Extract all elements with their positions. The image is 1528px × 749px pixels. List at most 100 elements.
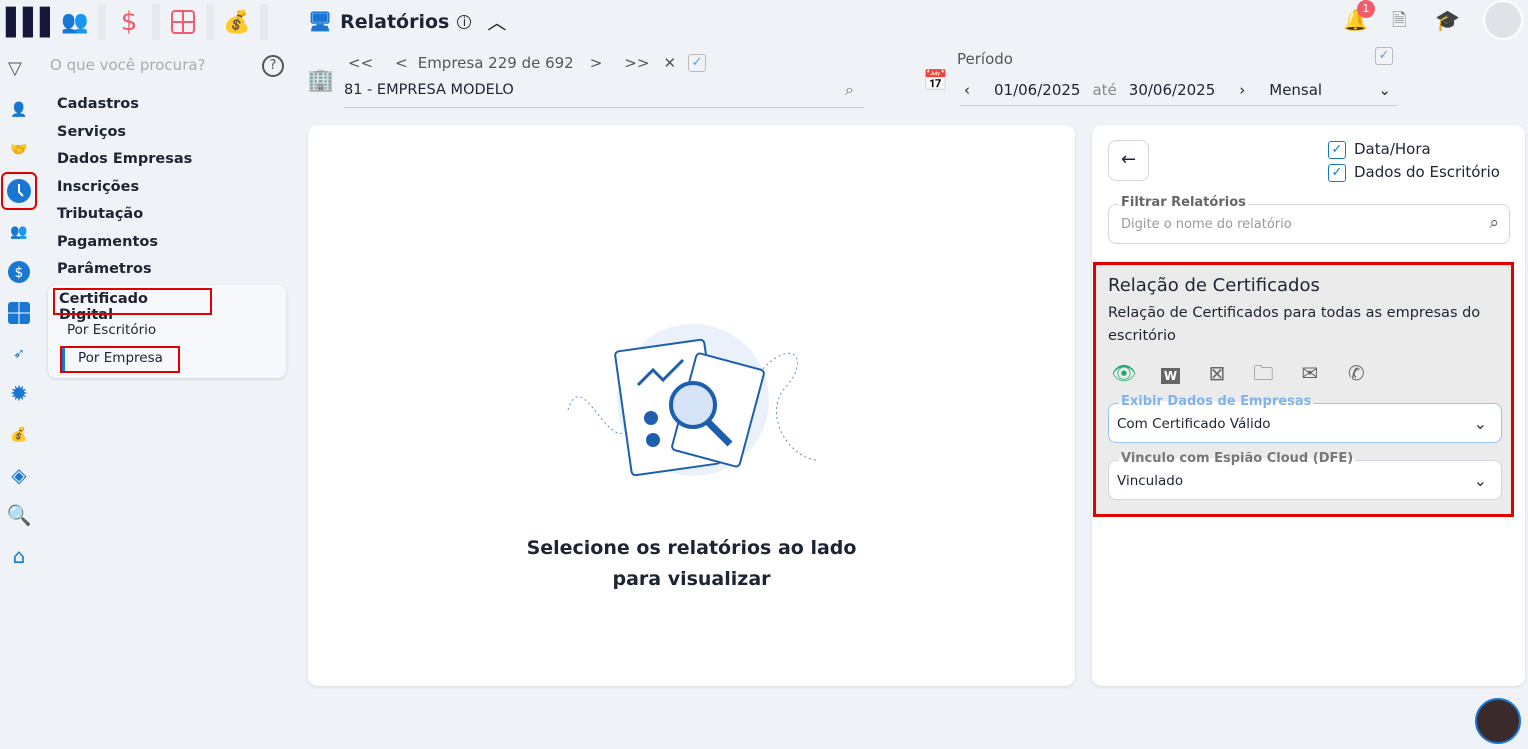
- filter-label: Filtrar Relatórios: [1119, 195, 1248, 210]
- collapse-chevron-icon[interactable]: ︿: [487, 8, 506, 35]
- report-description: Relação de Certificados para todas as em…: [1108, 305, 1481, 344]
- report-illustration: [567, 324, 819, 477]
- submenu-por-escritorio[interactable]: Por Escritório: [67, 322, 156, 338]
- calculator-icon[interactable]: [6, 300, 32, 326]
- whatsapp-icon[interactable]: ✆: [1343, 361, 1369, 385]
- building-icon: 🏢: [307, 68, 335, 93]
- word-icon[interactable]: W: [1157, 361, 1183, 385]
- menu-item-pagamentos[interactable]: Pagamentos: [57, 232, 192, 260]
- people-icon[interactable]: 👥: [52, 4, 106, 40]
- company-navigator: << < Empresa 229 de 692 > >> ✕ ✓: [348, 54, 714, 72]
- report-preview-area: Selecione os relatórios ao lado para vis…: [308, 125, 1075, 686]
- calendar-icon: 📅: [923, 68, 948, 92]
- chevron-down-icon[interactable]: ⌄: [1378, 81, 1391, 99]
- svg-text:$: $: [15, 265, 24, 281]
- period-label: Período: [957, 50, 1013, 68]
- user-settings-icon[interactable]: 👤: [6, 97, 32, 123]
- search-icon[interactable]: ⌕: [845, 80, 854, 100]
- period-checkbox[interactable]: ✓: [1375, 47, 1393, 65]
- page-header: 🖥 Relatórios i ︿: [308, 8, 506, 35]
- app-logo: ▌▌▌: [6, 8, 60, 38]
- calculator-icon[interactable]: [160, 4, 214, 40]
- report-actions: 👁 W ⊠ 🗀 ✉ ✆: [1111, 359, 1385, 393]
- prev-period-button[interactable]: ‹: [964, 81, 970, 99]
- handshake-icon[interactable]: 🤝: [6, 137, 32, 163]
- chevron-down-icon[interactable]: ⌄: [1474, 471, 1487, 490]
- report-list-panel: ← ✓ Data/Hora ✓ Dados do Escritório Filtra…: [1092, 125, 1525, 686]
- home-icon[interactable]: ⌂: [6, 543, 32, 569]
- office-data-checkbox[interactable]: ✓: [1328, 163, 1346, 182]
- chevron-down-icon[interactable]: ⌄: [1474, 414, 1487, 433]
- datetime-label: Data/Hora: [1354, 140, 1431, 158]
- company-select[interactable]: 81 - EMPRESA MODELO ⌕: [344, 80, 864, 108]
- icon-rail: ▌▌▌ ▽ 👤 🤝 👥 $ ➶ ✹ 💰 ◈ 🔍 ⌂: [0, 0, 60, 749]
- office-data-label: Dados do Escritório: [1354, 163, 1500, 181]
- page-title: Relatórios: [340, 10, 450, 33]
- network-icon[interactable]: ✹: [6, 381, 32, 407]
- clear-icon[interactable]: ✕: [663, 54, 676, 72]
- filter-placeholder: Digite o nome do relatório: [1121, 217, 1292, 232]
- company-counter: Empresa 229 de 692: [417, 54, 574, 72]
- users-icon[interactable]: 👥: [6, 219, 32, 245]
- company-checkbox[interactable]: ✓: [688, 54, 707, 72]
- menu-item-dados-empresas[interactable]: Dados Empresas: [57, 149, 192, 177]
- company-value: 81 - EMPRESA MODELO: [344, 82, 514, 98]
- next-company-button[interactable]: >: [590, 54, 603, 72]
- empty-state-line-1: Selecione os relatórios ao lado: [526, 537, 857, 559]
- assistant-avatar[interactable]: [1475, 698, 1521, 744]
- period-to[interactable]: 30/06/2025: [1129, 81, 1215, 99]
- side-menu: Cadastros Serviços Dados Empresas Inscri…: [57, 94, 192, 287]
- prev-company-button[interactable]: <: [395, 54, 408, 72]
- report-search-icon[interactable]: 🗎: [1392, 8, 1406, 38]
- help-icon[interactable]: ?: [262, 55, 284, 77]
- empty-state-line-2: para visualizar: [612, 568, 771, 590]
- menu-item-parametros[interactable]: Parâmetros: [57, 259, 192, 287]
- filter-icon[interactable]: ▽: [8, 58, 22, 79]
- next-period-button[interactable]: ›: [1239, 81, 1245, 99]
- back-button[interactable]: ←: [1108, 140, 1149, 181]
- exibir-dados-label: Exibir Dados de Empresas: [1119, 394, 1314, 409]
- report-item-relacao-certificados[interactable]: Relação de Certificados Relação de Certi…: [1093, 262, 1514, 517]
- last-company-button[interactable]: >>: [624, 54, 649, 72]
- dollar-icon[interactable]: $: [106, 4, 160, 40]
- option-office-data[interactable]: ✓ Dados do Escritório: [1328, 163, 1500, 182]
- dollar-coin-icon[interactable]: $: [6, 259, 32, 285]
- period-selector: ‹ 01/06/2025 até 30/06/2025 › Mensal ⌄: [960, 74, 1397, 106]
- vinculo-value: Vinculado: [1117, 473, 1184, 489]
- folder-icon[interactable]: 🗀: [1250, 359, 1276, 393]
- email-icon[interactable]: ✉: [1297, 361, 1323, 385]
- graduation-cap-icon[interactable]: 🎓: [1435, 8, 1460, 32]
- menu-item-inscricoes[interactable]: Inscrições: [57, 177, 192, 205]
- exibir-dados-select[interactable]: Exibir Dados de Empresas Com Certificado…: [1108, 394, 1502, 443]
- vinculo-select[interactable]: Vinculo com Espião Cloud (DFE) Vinculado…: [1108, 451, 1502, 500]
- menu-item-certificado-digital[interactable]: Certificado Digital: [53, 288, 212, 323]
- menu-item-servicos[interactable]: Serviços: [57, 122, 192, 150]
- notification-badge: 1: [1357, 0, 1375, 18]
- view-eye-icon[interactable]: 👁: [1111, 361, 1137, 385]
- menu-search-input[interactable]: O que você procura?: [50, 56, 206, 74]
- report-title: Relação de Certificados: [1108, 275, 1320, 296]
- top-apps: 👥 $ 💰: [52, 4, 268, 40]
- datetime-checkbox[interactable]: ✓: [1328, 140, 1346, 159]
- rocket-icon[interactable]: ➶: [6, 341, 32, 367]
- period-separator: até: [1092, 80, 1117, 99]
- excel-icon[interactable]: ⊠: [1204, 361, 1230, 385]
- search-icon[interactable]: ⌕: [1489, 213, 1499, 233]
- layers-icon[interactable]: ◈: [6, 462, 32, 488]
- clock-icon[interactable]: [1, 172, 37, 210]
- money-bag-icon[interactable]: 💰: [214, 4, 268, 40]
- info-icon[interactable]: i: [457, 14, 472, 29]
- search-tool-icon[interactable]: 🔍: [6, 502, 32, 528]
- period-mode-select[interactable]: Mensal: [1269, 81, 1322, 99]
- money-bag-icon[interactable]: 💰: [6, 422, 32, 448]
- user-avatar[interactable]: [1483, 0, 1523, 40]
- submenu-por-empresa[interactable]: Por Empresa: [60, 346, 180, 373]
- menu-item-cadastros[interactable]: Cadastros: [57, 94, 192, 122]
- option-datetime[interactable]: ✓ Data/Hora: [1328, 140, 1431, 159]
- report-filter-input[interactable]: Filtrar Relatórios Digite o nome do rela…: [1108, 195, 1510, 244]
- period-from[interactable]: 01/06/2025: [994, 81, 1080, 99]
- menu-item-tributacao[interactable]: Tributação: [57, 204, 192, 232]
- monitor-icon: 🖥: [308, 11, 333, 33]
- vinculo-label: Vinculo com Espião Cloud (DFE): [1119, 451, 1356, 466]
- first-company-button[interactable]: <<: [348, 54, 373, 72]
